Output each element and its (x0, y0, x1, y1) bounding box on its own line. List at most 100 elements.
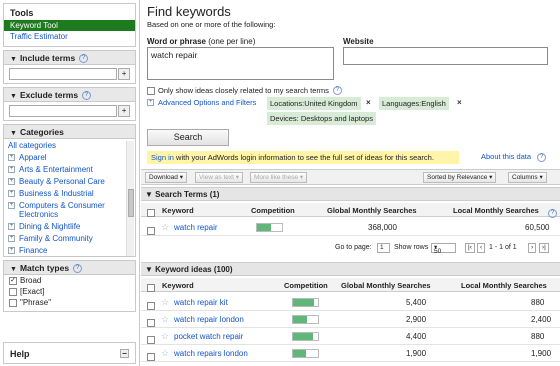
search-terms-header[interactable]: ▼ Search Terms (1) (141, 187, 560, 201)
columns-dropdown[interactable]: Columns ▾ (508, 172, 547, 183)
match-types-header[interactable]: ▼ Match types? (4, 261, 135, 275)
keyword-link[interactable]: watch repair london (174, 315, 244, 324)
sort-dropdown[interactable]: Sorted by Relevance ▾ (423, 172, 497, 183)
horizontal-scrollbar[interactable] (141, 356, 560, 366)
only-show-row[interactable]: Only show ideas closely related to my se… (147, 86, 342, 95)
help-icon-glyph[interactable]: ? (548, 209, 557, 218)
expand-icon[interactable]: + (147, 99, 154, 106)
match-type-exact[interactable]: [Exact] (4, 286, 135, 297)
include-terms-header[interactable]: ▼ Include terms? (4, 51, 135, 65)
checkbox[interactable] (147, 302, 155, 310)
category-label[interactable]: Arts & Entertainment (19, 165, 93, 174)
category-item[interactable]: + Computers & Consumer Electronics (8, 201, 135, 219)
category-item[interactable]: + Finance (8, 246, 135, 255)
download-button[interactable]: Download ▾ (145, 172, 187, 183)
first-page-button[interactable]: |‹ (465, 243, 475, 253)
col-local[interactable]: Local Monthly Searches (461, 281, 547, 290)
exclude-terms-input[interactable] (9, 105, 118, 117)
website-input[interactable] (343, 47, 548, 65)
col-competition[interactable]: Competition (284, 281, 328, 290)
keyword-link[interactable]: watch repair (174, 223, 218, 232)
category-scrollbar[interactable] (126, 141, 134, 256)
category-label[interactable]: Finance (19, 246, 47, 255)
table-row[interactable]: ☆ watch repair kit 5,400 880 (141, 294, 560, 311)
expand-icon[interactable]: + (8, 190, 15, 197)
category-label[interactable]: Apparel (19, 153, 47, 162)
table-row[interactable]: ☆ watch repair 368,000 60,500 (141, 219, 560, 236)
rows-select[interactable]: 50 ▾ (431, 243, 456, 255)
category-label[interactable]: Beauty & Personal Care (19, 177, 105, 186)
help-icon[interactable]: ? (79, 54, 89, 64)
view-as-text-button[interactable]: View as text ▾ (195, 172, 243, 183)
star-icon[interactable]: ☆ (161, 222, 169, 233)
col-global[interactable]: Global Monthly Searches (327, 206, 417, 215)
checkbox[interactable] (147, 284, 155, 292)
category-item[interactable]: + Arts & Entertainment (8, 165, 135, 174)
help-icon[interactable]: ? (82, 91, 92, 101)
expand-icon[interactable]: + (8, 178, 15, 185)
category-label[interactable]: Computers & Consumer Electronics (19, 201, 114, 219)
include-terms-input[interactable] (9, 68, 118, 80)
keyword-ideas-header[interactable]: ▼ Keyword ideas (100) (141, 262, 560, 276)
traffic-estimator-link[interactable]: Traffic Estimator (10, 32, 68, 41)
category-label[interactable]: Dining & Nightlife (19, 222, 80, 231)
help-icon[interactable]: ? (537, 152, 547, 162)
col-keyword[interactable]: Keyword (162, 206, 194, 215)
col-competition[interactable]: Competition (251, 206, 295, 215)
checkbox[interactable] (147, 227, 155, 235)
next-page-button[interactable]: › (528, 243, 537, 253)
match-type-broad[interactable]: ✓ Broad (4, 275, 135, 286)
category-item[interactable]: + Dining & Nightlife (8, 222, 135, 231)
category-label[interactable]: Business & Industrial (19, 189, 94, 198)
all-categories-text[interactable]: All categories (8, 141, 56, 150)
help-icon[interactable]: ? (73, 264, 83, 274)
category-item[interactable]: + Beauty & Personal Care (8, 177, 135, 186)
checkbox[interactable] (147, 319, 155, 327)
scrollbar-thumb[interactable] (128, 189, 134, 217)
table-row[interactable]: ☆ watch repair london 2,900 2,400 (141, 311, 560, 328)
categories-header[interactable]: ▼ Categories (4, 125, 135, 139)
close-icon[interactable]: × (457, 98, 462, 107)
checkbox[interactable] (147, 209, 155, 217)
exclude-add-button[interactable]: + (118, 105, 130, 117)
prev-page-button[interactable]: ‹ (477, 243, 486, 253)
last-page-button[interactable]: ›| (539, 243, 549, 253)
include-add-button[interactable]: + (118, 68, 130, 80)
word-phrase-input[interactable]: watch repair (147, 47, 334, 80)
col-keyword[interactable]: Keyword (162, 281, 194, 290)
checkbox[interactable] (9, 287, 17, 296)
expand-icon[interactable]: + (8, 223, 15, 230)
minimize-button[interactable]: − (120, 349, 129, 358)
about-data-link[interactable]: About this data ? (481, 152, 547, 162)
match-type-phrase[interactable]: "Phrase" (4, 297, 135, 308)
advanced-options-row[interactable]: + Advanced Options and Filters (147, 98, 256, 107)
about-data-text[interactable]: About this data (481, 152, 531, 161)
tool-traffic-estimator[interactable]: Traffic Estimator (4, 31, 135, 42)
category-item[interactable]: + Family & Community (8, 234, 135, 243)
category-label[interactable]: Family & Community (19, 234, 93, 243)
category-item[interactable]: + Business & Industrial (8, 189, 135, 198)
page-input[interactable]: 1 (377, 243, 390, 253)
col-local[interactable]: Local Monthly Searches (453, 206, 539, 215)
expand-icon[interactable]: + (8, 202, 15, 209)
help-icon[interactable]: ? (332, 86, 342, 95)
star-icon[interactable]: ☆ (161, 297, 169, 308)
keyword-link[interactable]: watch repair kit (174, 298, 228, 307)
tool-keyword-tool[interactable]: Keyword Tool (4, 20, 135, 31)
checkbox[interactable] (147, 86, 155, 95)
expand-icon[interactable]: + (8, 154, 15, 161)
advanced-options-link[interactable]: Advanced Options and Filters (158, 98, 256, 107)
star-icon[interactable]: ☆ (161, 314, 169, 325)
expand-icon[interactable]: + (8, 166, 15, 173)
star-icon[interactable]: ☆ (161, 331, 169, 342)
exclude-terms-header[interactable]: ▼ Exclude terms? (4, 88, 135, 102)
signin-link[interactable]: Sign in (151, 153, 174, 162)
expand-icon[interactable]: + (8, 247, 15, 254)
category-item[interactable]: + Apparel (8, 153, 135, 162)
table-row[interactable]: ☆ pocket watch repair 4,400 880 (141, 328, 560, 345)
all-categories-link[interactable]: All categories (8, 141, 135, 150)
checkbox-checked[interactable]: ✓ (9, 276, 17, 285)
checkbox[interactable] (9, 298, 17, 307)
close-icon[interactable]: × (366, 98, 371, 107)
checkbox[interactable] (147, 336, 155, 344)
